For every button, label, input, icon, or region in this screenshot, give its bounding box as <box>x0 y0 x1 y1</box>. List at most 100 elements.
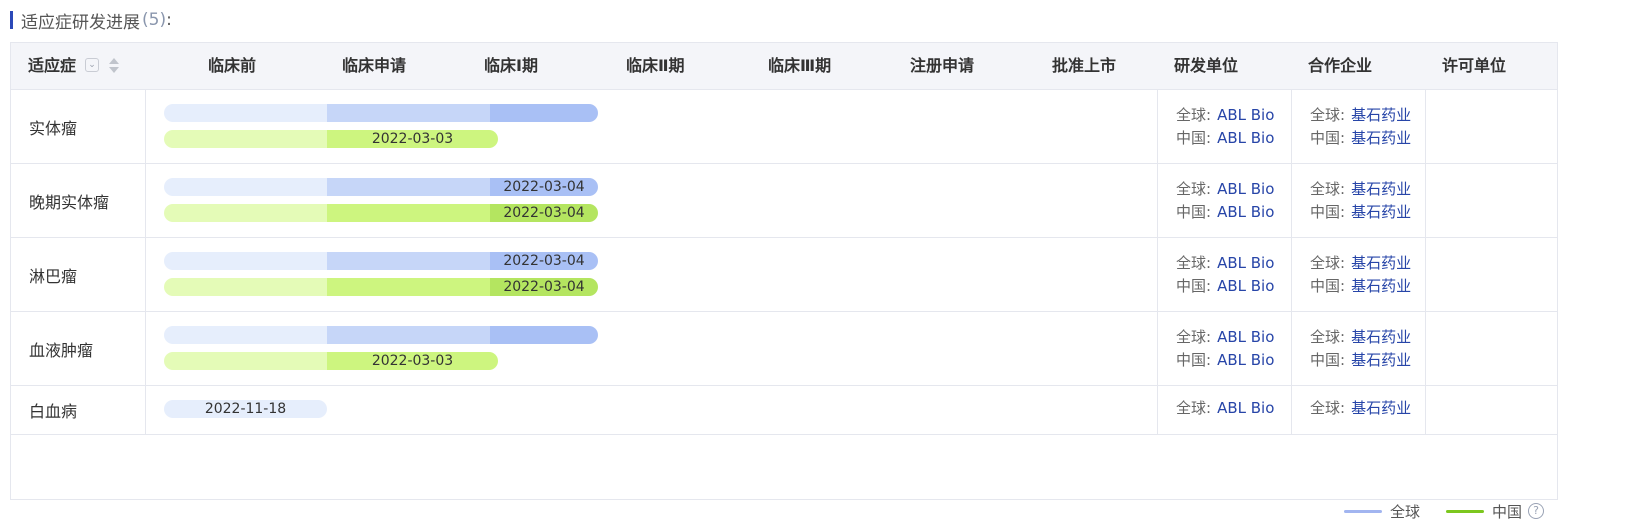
global-progress-bar-stage-3 <box>490 326 598 344</box>
indication-name[interactable]: 晚期实体瘤 <box>29 189 109 213</box>
section-count: (5) <box>142 10 167 30</box>
rd-unit-china-label: 中国: <box>1176 203 1212 221</box>
partner-company-china: 中国: 基石药业 <box>1310 275 1411 298</box>
partner-company-global-link[interactable]: 基石药业 <box>1351 178 1411 201</box>
partner-company-china: 中国: 基石药业 <box>1310 349 1411 372</box>
china-progress-bar-stage-1 <box>164 278 327 296</box>
partner-company-china-link[interactable]: 基石药业 <box>1351 127 1411 150</box>
indication-name[interactable]: 淋巴瘤 <box>29 263 77 287</box>
indication-name[interactable]: 白血病 <box>29 398 77 422</box>
china-progress-bar-stage-1 <box>164 130 327 148</box>
column-header-preclinical: 临床前 <box>208 56 257 75</box>
partner-company-china: 中国: 基石药业 <box>1310 201 1411 224</box>
china-progress-bar-date: 2022-03-04 <box>503 279 585 295</box>
rd-unit-china-label: 中国: <box>1176 277 1212 295</box>
rd-unit-global-label: 全球: <box>1176 328 1212 346</box>
partner-company-global-link[interactable]: 基石药业 <box>1351 104 1411 127</box>
partner-company-global: 全球: 基石药业 <box>1310 252 1411 275</box>
rd-unit-global: 全球: ABL Bio <box>1176 178 1274 201</box>
sort-arrows-icon[interactable] <box>108 56 120 76</box>
title-accent-bar <box>10 11 13 29</box>
china-progress-bar-date: 2022-03-03 <box>371 131 454 147</box>
rd-unit-global-label: 全球: <box>1176 106 1212 124</box>
rd-unit-global-link[interactable]: ABL Bio <box>1217 326 1274 349</box>
legend-china-label: 中国 <box>1492 502 1523 521</box>
table-row: 实体瘤 2022-03-03 全球: ABL Bio 中国: ABL Bio 全球: 基石药业… <box>11 90 1557 164</box>
global-progress-bar-date: 2022-03-04 <box>503 253 585 269</box>
china-progress-bar-stage-2 <box>327 278 490 296</box>
china-progress-bar-date: 2022-03-03 <box>371 353 454 369</box>
partner-company-global-label: 全球: <box>1310 399 1346 417</box>
partner-company-global-link[interactable]: 基石药业 <box>1351 326 1411 349</box>
rd-unit-global-label: 全球: <box>1176 254 1212 272</box>
partner-company-china-label: 中国: <box>1310 351 1346 369</box>
title-bar: 适应症研发进展 (5) : <box>10 9 172 33</box>
column-header-phase-2: 临床Ⅱ期 <box>626 56 685 75</box>
global-progress-bar <box>164 326 598 344</box>
rd-unit-global: 全球: ABL Bio <box>1176 326 1274 349</box>
rd-unit-china: 中国: ABL Bio <box>1176 127 1274 150</box>
china-progress-bar-date: 2022-03-04 <box>503 205 585 221</box>
column-header-licensor: 许可单位 <box>1442 56 1507 75</box>
partner-company-global: 全球: 基石药业 <box>1310 326 1411 349</box>
rd-unit-global-link[interactable]: ABL Bio <box>1217 178 1274 201</box>
partner-company-china-link[interactable]: 基石药业 <box>1351 349 1411 372</box>
column-header-phase-3: 临床Ⅲ期 <box>768 56 832 75</box>
rd-unit-china-link[interactable]: ABL Bio <box>1217 201 1274 224</box>
rd-unit-global-label: 全球: <box>1176 180 1212 198</box>
section-colon: : <box>166 10 172 30</box>
partner-company-china-link[interactable]: 基石药业 <box>1351 275 1411 298</box>
rd-unit-global-link[interactable]: ABL Bio <box>1217 397 1274 420</box>
global-progress-bar-stage-2 <box>327 178 490 196</box>
partner-company-global: 全球: 基石药业 <box>1310 104 1411 127</box>
legend-china-line <box>1446 509 1485 513</box>
partner-company-global-link[interactable]: 基石药业 <box>1351 397 1411 420</box>
indication-name[interactable]: 实体瘤 <box>29 115 77 139</box>
section-title: 适应症研发进展 <box>21 12 140 33</box>
global-progress-bar-stage-2 <box>327 326 490 344</box>
partner-company-global: 全球: 基石药业 <box>1310 397 1411 420</box>
global-progress-bar-stage-1 <box>164 252 327 270</box>
column-header-ind-application: 临床申请 <box>342 56 407 75</box>
partner-company-global-label: 全球: <box>1310 254 1346 272</box>
indication-name[interactable]: 血液肿瘤 <box>29 337 93 361</box>
column-header-registration: 注册申请 <box>910 56 975 75</box>
global-progress-bar <box>164 104 598 122</box>
column-header-rd-unit: 研发单位 <box>1174 56 1239 75</box>
global-progress-bar-stage-1 <box>164 178 327 196</box>
column-header-indication[interactable]: 适应症 <box>28 43 76 89</box>
rd-unit-china: 中国: ABL Bio <box>1176 275 1274 298</box>
rd-unit-china-link[interactable]: ABL Bio <box>1217 349 1274 372</box>
global-progress-bar-stage-1 <box>164 104 327 122</box>
partner-company-global: 全球: 基石药业 <box>1310 178 1411 201</box>
rd-unit-global: 全球: ABL Bio <box>1176 397 1274 420</box>
partner-company-global-label: 全球: <box>1310 328 1346 346</box>
rd-unit-china: 中国: ABL Bio <box>1176 201 1274 224</box>
indication-progress-table: 适应症 ⌄ 临床前 临床申请 临床Ⅰ期 临床Ⅱ期 临床Ⅲ期 注册申请 批准上市 … <box>10 42 1558 521</box>
rd-unit-global-link[interactable]: ABL Bio <box>1217 252 1274 275</box>
chevron-down-icon[interactable]: ⌄ <box>85 58 99 72</box>
rd-unit-china-label: 中国: <box>1176 129 1212 147</box>
rd-unit-global-link[interactable]: ABL Bio <box>1217 104 1274 127</box>
partner-company-china-link[interactable]: 基石药业 <box>1351 201 1411 224</box>
global-progress-bar-stage-2 <box>327 104 490 122</box>
rd-unit-china-link[interactable]: ABL Bio <box>1217 275 1274 298</box>
partner-company-china: 中国: 基石药业 <box>1310 127 1411 150</box>
rd-unit-global: 全球: ABL Bio <box>1176 104 1274 127</box>
column-header-approved: 批准上市 <box>1052 56 1117 75</box>
global-progress-bar-date: 2022-03-04 <box>503 179 585 195</box>
question-circle-icon[interactable]: ? <box>1528 503 1545 519</box>
china-progress-bar-stage-2 <box>327 204 490 222</box>
table-row: 晚期实体瘤 2022-03-04 2022-03-04 全球: ABL Bio 中国: AB… <box>11 164 1557 238</box>
partner-company-china-label: 中国: <box>1310 129 1346 147</box>
partner-company-china-label: 中国: <box>1310 203 1346 221</box>
global-progress-bar-stage-3 <box>490 104 598 122</box>
legend-global-line <box>1344 509 1382 513</box>
table-header: 适应症 ⌄ 临床前 临床申请 临床Ⅰ期 临床Ⅱ期 临床Ⅲ期 注册申请 批准上市 … <box>11 43 1557 90</box>
partner-company-global-link[interactable]: 基石药业 <box>1351 252 1411 275</box>
rd-unit-global-label: 全球: <box>1176 399 1212 417</box>
legend-global-label: 全球 <box>1390 502 1421 521</box>
rd-unit-china-label: 中国: <box>1176 351 1212 369</box>
china-progress-bar-stage-1 <box>164 352 327 370</box>
rd-unit-china-link[interactable]: ABL Bio <box>1217 127 1274 150</box>
